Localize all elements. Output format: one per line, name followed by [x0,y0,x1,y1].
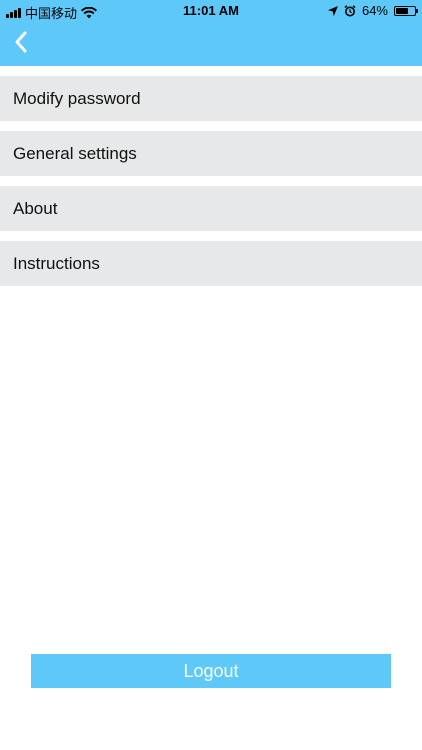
settings-screen: 中国移动 11:01 AM 64% Modify password Genera… [0,0,422,750]
menu-item-label: General settings [13,143,137,163]
status-right: 64% [327,3,418,18]
battery-cap [416,8,418,13]
back-button[interactable] [8,28,36,56]
chevron-left-icon [15,31,27,53]
battery-fill [396,7,408,14]
menu-item-about[interactable]: About [0,186,422,231]
menu-item-general-settings[interactable]: General settings [0,131,422,176]
battery-icon [394,5,418,16]
menu-item-instructions[interactable]: Instructions [0,241,422,286]
settings-menu: Modify password General settings About I… [0,76,422,296]
location-icon [327,5,338,16]
battery-percent: 64% [361,3,388,18]
menu-item-modify-password[interactable]: Modify password [0,76,422,121]
menu-item-label: Modify password [13,88,141,108]
logout-button[interactable]: Logout [31,654,391,688]
menu-item-label: About [13,198,58,218]
alarm-icon [344,4,356,16]
menu-item-label: Instructions [13,253,100,273]
status-bar: 中国移动 11:01 AM 64% [0,0,422,22]
top-bar: 中国移动 11:01 AM 64% [0,0,422,66]
